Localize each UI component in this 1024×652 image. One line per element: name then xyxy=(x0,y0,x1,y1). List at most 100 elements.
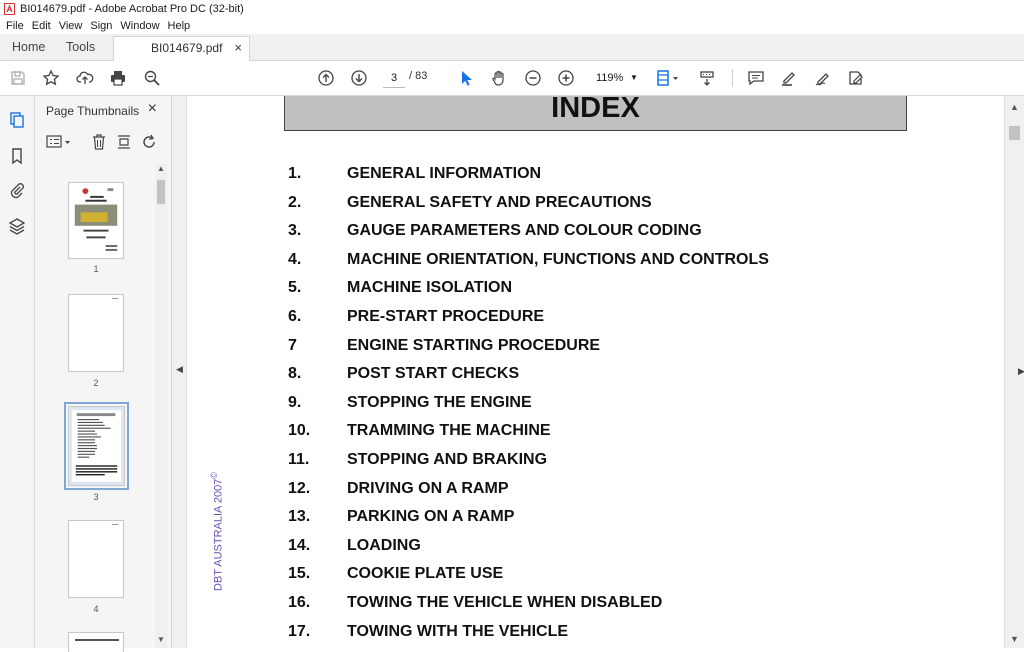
index-entry-number: 11. xyxy=(288,451,310,468)
page-thumbnail-cover-preview xyxy=(74,188,118,251)
save-icon[interactable] xyxy=(7,68,29,88)
left-navigation-rail xyxy=(0,96,35,648)
zoom-search-icon[interactable] xyxy=(141,68,163,88)
scroll-down-icon[interactable]: ▼ xyxy=(1010,634,1019,644)
page-thumbnails-panel: Page Thumbnails × 1 2 3 4 ▲ ▼ xyxy=(35,96,172,652)
page-thumbnail-5[interactable] xyxy=(68,632,124,652)
page-fit-icon[interactable] xyxy=(653,68,683,88)
index-entry-number: 7 xyxy=(288,336,297,354)
index-entry-label: TRAMMING THE MACHINE xyxy=(347,422,551,440)
chevron-down-icon: ▼ xyxy=(630,73,638,82)
page-thumbnail-number: 1 xyxy=(93,264,99,274)
scroll-mode-icon[interactable] xyxy=(696,68,718,88)
page-thumbnail-number: 4 xyxy=(93,604,99,614)
upload-cloud-icon[interactable] xyxy=(74,68,96,88)
tab-document[interactable]: BI014679.pdf × xyxy=(113,36,250,61)
page-thumbnail-2[interactable] xyxy=(68,294,124,372)
index-entry-label: GENERAL INFORMATION xyxy=(347,165,542,182)
index-entry-label: STOPPING THE ENGINE xyxy=(347,393,532,411)
page-thumbnail-mark xyxy=(112,524,118,525)
title-bar: BI014679.pdf - Adobe Acrobat Pro DC (32-… xyxy=(0,0,1024,17)
index-entry-number: 13. xyxy=(288,508,311,526)
index-entry-number: 15. xyxy=(288,565,311,583)
index-entry-number: 2. xyxy=(288,193,302,211)
page-thumbnails-icon[interactable] xyxy=(8,111,26,129)
tab-tools[interactable]: Tools xyxy=(66,34,95,60)
index-entry-number: 10. xyxy=(288,422,311,440)
index-entry-label: STOPPING AND BRAKING xyxy=(347,451,548,468)
copyright-notice: DBT AUSTRALIA 2007© xyxy=(209,472,225,591)
tab-home[interactable]: Home xyxy=(12,34,45,60)
toolbar: 3 / 83 119% ▼ xyxy=(0,61,1024,96)
select-cursor-icon[interactable] xyxy=(455,68,477,88)
index-entry-number: 8. xyxy=(288,365,302,383)
scroll-up-icon[interactable]: ▲ xyxy=(1010,102,1019,112)
previous-page-icon[interactable] xyxy=(315,68,337,88)
zoom-in-icon[interactable] xyxy=(555,68,577,88)
close-tab-icon[interactable]: × xyxy=(234,40,242,55)
document-view[interactable]: INDEX 1. GENERAL INFORMATION 2. GENERAL SAF… xyxy=(187,96,1004,648)
index-entry-number: 17. xyxy=(288,622,311,640)
attachments-icon[interactable] xyxy=(8,181,26,199)
index-entry-number: 4. xyxy=(288,250,302,268)
collapse-left-arrow-icon[interactable]: ◀ xyxy=(176,364,183,375)
comment-icon[interactable] xyxy=(745,68,767,88)
menu-file[interactable]: File xyxy=(6,20,24,32)
close-panel-icon[interactable]: × xyxy=(148,100,157,118)
page-number-input[interactable]: 3 xyxy=(383,69,405,88)
index-entry-number: 6. xyxy=(288,308,302,325)
index-entry-label: MACHINE ORIENTATION, FUNCTIONS AND CONTR… xyxy=(347,250,769,268)
thumbnails-scrollbar[interactable]: ▲ ▼ xyxy=(155,164,167,648)
rotate-icon[interactable] xyxy=(141,133,157,151)
bookmark-star-icon[interactable] xyxy=(40,68,62,88)
next-page-icon[interactable] xyxy=(348,68,370,88)
panel-collapse-strip[interactable]: ◀ xyxy=(172,96,187,648)
scroll-down-icon[interactable]: ▼ xyxy=(157,635,165,644)
page-thumbnail-mark xyxy=(75,639,119,641)
highlight-pen-icon[interactable] xyxy=(778,68,800,88)
zoom-level-value: 119% xyxy=(596,72,624,84)
zoom-level-dropdown[interactable]: 119% ▼ xyxy=(592,69,640,87)
hand-tool-icon[interactable] xyxy=(488,68,510,88)
index-entry-number: 5. xyxy=(288,279,302,297)
index-heading: INDEX xyxy=(551,96,640,124)
scroll-up-icon[interactable]: ▲ xyxy=(157,164,165,173)
menu-bar: File Edit View Sign Window Help xyxy=(0,17,1024,34)
page-thumbnail-3[interactable] xyxy=(64,402,129,490)
bookmarks-icon[interactable] xyxy=(8,147,26,165)
menu-edit[interactable]: Edit xyxy=(32,20,51,32)
menu-view[interactable]: View xyxy=(59,20,83,32)
thumbnails-scroll-thumb[interactable] xyxy=(157,180,165,204)
menu-window[interactable]: Window xyxy=(120,20,159,32)
index-entry-label: PARKING ON A RAMP xyxy=(347,508,515,526)
index-entry-label: LOADING xyxy=(347,536,421,554)
index-heading-box: INDEX xyxy=(284,96,907,131)
insert-page-icon[interactable] xyxy=(116,133,132,151)
menu-sign[interactable]: Sign xyxy=(90,20,112,32)
delete-icon[interactable] xyxy=(91,133,107,151)
document-tab-label: BI014679.pdf xyxy=(151,41,223,55)
page-total: / 83 xyxy=(409,70,428,82)
index-entry-number: 12. xyxy=(288,479,311,497)
fill-sign-icon[interactable] xyxy=(812,68,834,88)
layers-icon[interactable] xyxy=(8,217,26,235)
edit-pdf-icon[interactable] xyxy=(845,68,867,88)
index-entry-number: 1. xyxy=(288,165,302,182)
expand-right-arrow-icon[interactable]: ▶ xyxy=(1018,366,1024,377)
zoom-out-icon[interactable] xyxy=(522,68,544,88)
page-thumbnail-index-preview xyxy=(71,410,122,482)
index-entry-label: MACHINE ISOLATION xyxy=(347,279,513,297)
index-entry-number: 3. xyxy=(288,222,302,240)
window-title: BI014679.pdf - Adobe Acrobat Pro DC (32-… xyxy=(20,2,244,15)
print-icon[interactable] xyxy=(107,68,129,88)
panel-title: Page Thumbnails xyxy=(46,104,140,118)
menu-help[interactable]: Help xyxy=(168,20,191,32)
page-thumbnail-1[interactable] xyxy=(68,182,124,259)
page-thumbnail-4[interactable] xyxy=(68,520,124,598)
index-entry-label: GENERAL SAFETY AND PRECAUTIONS xyxy=(347,193,652,211)
thumbnail-options-icon[interactable] xyxy=(46,134,72,150)
index-entry-number: 16. xyxy=(288,594,311,611)
document-scroll-thumb[interactable] xyxy=(1009,126,1020,140)
copyright-symbol: © xyxy=(209,472,219,479)
acrobat-pdf-icon xyxy=(4,2,15,15)
